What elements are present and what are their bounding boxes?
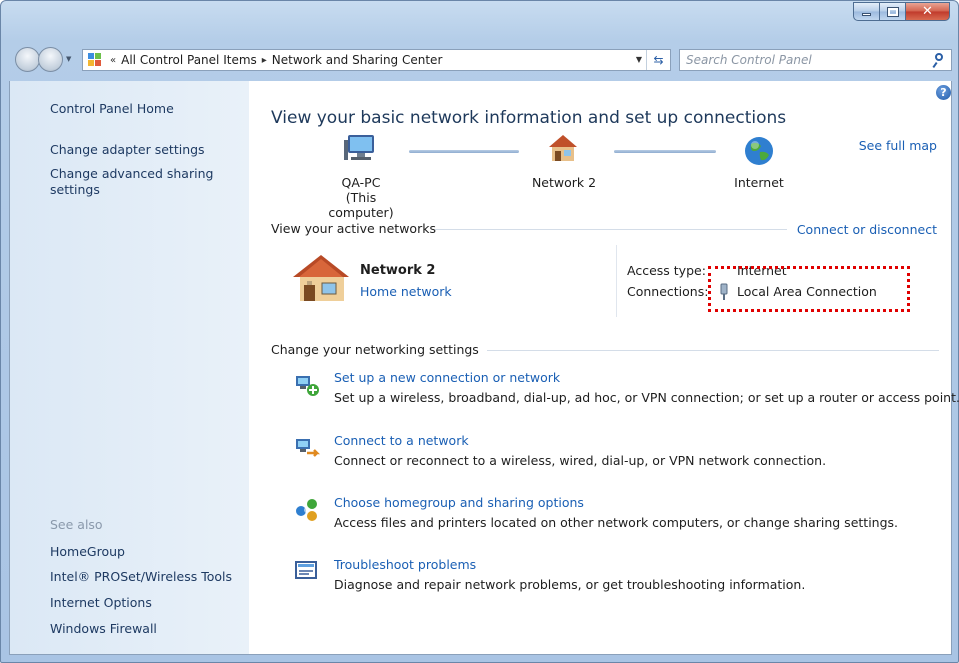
map-computer-name: QA-PC xyxy=(341,175,381,190)
task-description: Access files and printers located on oth… xyxy=(334,515,899,530)
change-advanced-sharing-settings-link[interactable]: Change advanced sharing settings xyxy=(50,166,220,198)
troubleshoot-problems-link[interactable]: Troubleshoot problems xyxy=(334,557,476,572)
maximize-button[interactable] xyxy=(880,2,906,21)
homegroup-icon[interactable] xyxy=(293,495,321,523)
see-full-map-link[interactable]: See full map xyxy=(859,138,937,153)
breadcrumb-all-control-panel-items[interactable]: All Control Panel Items xyxy=(121,53,257,67)
back-button[interactable] xyxy=(15,47,40,72)
caption-buttons: ✕ xyxy=(853,2,950,21)
help-icon[interactable]: ? xyxy=(936,85,951,100)
navigation-bar: ▼ « All Control Panel Items ▸ Network an… xyxy=(9,47,952,73)
map-connector-line xyxy=(614,150,716,153)
internet-options-link[interactable]: Internet Options xyxy=(50,595,152,611)
task-description: Connect or reconnect to a wireless, wire… xyxy=(334,453,827,468)
address-dropdown-icon[interactable]: ▼ xyxy=(636,55,642,64)
breadcrumb-network-sharing-center[interactable]: Network and Sharing Center xyxy=(272,53,443,67)
map-network-node: Network 2 xyxy=(531,175,597,190)
recent-pages-arrow-icon[interactable]: ▼ xyxy=(66,55,71,63)
main-content: ? View your basic network information an… xyxy=(249,81,959,655)
minimize-icon xyxy=(862,13,871,16)
vertical-divider xyxy=(616,245,617,317)
change-adapter-settings-link[interactable]: Change adapter settings xyxy=(50,142,205,158)
search-box xyxy=(679,49,952,71)
homegroup-sharing-options-link[interactable]: Choose homegroup and sharing options xyxy=(334,495,584,510)
task-description: Diagnose and repair network problems, or… xyxy=(334,577,806,592)
active-network-name: Network 2 xyxy=(360,263,436,278)
map-computer-node: QA-PC (This computer) xyxy=(318,175,404,220)
refresh-button[interactable]: ⇆ xyxy=(646,50,670,70)
intel-proset-wireless-tools-link[interactable]: Intel® PROSet/Wireless Tools xyxy=(50,569,232,585)
search-icon[interactable] xyxy=(931,50,951,70)
close-icon: ✕ xyxy=(922,4,933,19)
control-panel-home-link[interactable]: Control Panel Home xyxy=(50,101,174,117)
task-description: Set up a wireless, broadband, dial-up, a… xyxy=(334,390,959,405)
task-item: Choose homegroup and sharing options Acc… xyxy=(271,495,951,535)
connect-to-network-link[interactable]: Connect to a network xyxy=(334,433,469,448)
task-item: Troubleshoot problems Diagnose and repai… xyxy=(271,557,951,597)
computer-icon[interactable] xyxy=(344,134,378,164)
search-input[interactable] xyxy=(680,51,931,69)
forward-button[interactable] xyxy=(38,47,63,72)
maximize-icon xyxy=(886,6,899,17)
new-connection-icon[interactable] xyxy=(293,370,321,398)
home-network-icon[interactable] xyxy=(547,133,579,165)
setup-new-connection-link[interactable]: Set up a new connection or network xyxy=(334,370,560,385)
close-button[interactable]: ✕ xyxy=(906,2,950,21)
active-networks-heading: View your active networks xyxy=(271,221,436,236)
map-internet-node: Internet xyxy=(734,175,784,190)
network-location-link[interactable]: Home network xyxy=(360,284,452,299)
page-title: View your basic network information and … xyxy=(271,108,787,128)
task-item: Connect to a network Connect or reconnec… xyxy=(271,433,951,473)
breadcrumb-separator-icon[interactable]: ▸ xyxy=(262,55,267,66)
internet-globe-icon[interactable] xyxy=(743,135,775,167)
change-settings-heading: Change your networking settings xyxy=(271,342,479,357)
see-also-label: See also xyxy=(50,517,103,532)
homegroup-link[interactable]: HomeGroup xyxy=(50,544,125,560)
section-divider xyxy=(435,229,787,230)
highlight-annotation xyxy=(708,266,910,312)
connections-label: Connections: xyxy=(627,284,709,299)
breadcrumb-overflow-icon[interactable]: « xyxy=(110,55,116,66)
refresh-icon: ⇆ xyxy=(653,53,664,67)
troubleshoot-icon[interactable] xyxy=(293,557,321,585)
task-item: Set up a new connection or network Set u… xyxy=(271,370,959,410)
section-divider xyxy=(487,350,939,351)
connect-network-icon[interactable] xyxy=(293,433,321,461)
control-panel-icon xyxy=(87,51,105,69)
home-network-large-icon[interactable] xyxy=(293,253,351,303)
map-connector-line xyxy=(409,150,519,153)
map-computer-sub: (This computer) xyxy=(328,190,394,220)
access-type-label: Access type: xyxy=(627,263,706,278)
windows-firewall-link[interactable]: Windows Firewall xyxy=(50,621,157,637)
task-pane: Control Panel Home Change adapter settin… xyxy=(9,81,249,655)
window-frame: ✕ ▼ « All Control Panel Items ▸ Network … xyxy=(0,0,959,663)
address-bar[interactable]: « All Control Panel Items ▸ Network and … xyxy=(82,49,671,71)
connect-or-disconnect-link[interactable]: Connect or disconnect xyxy=(797,222,937,237)
minimize-button[interactable] xyxy=(853,2,880,21)
